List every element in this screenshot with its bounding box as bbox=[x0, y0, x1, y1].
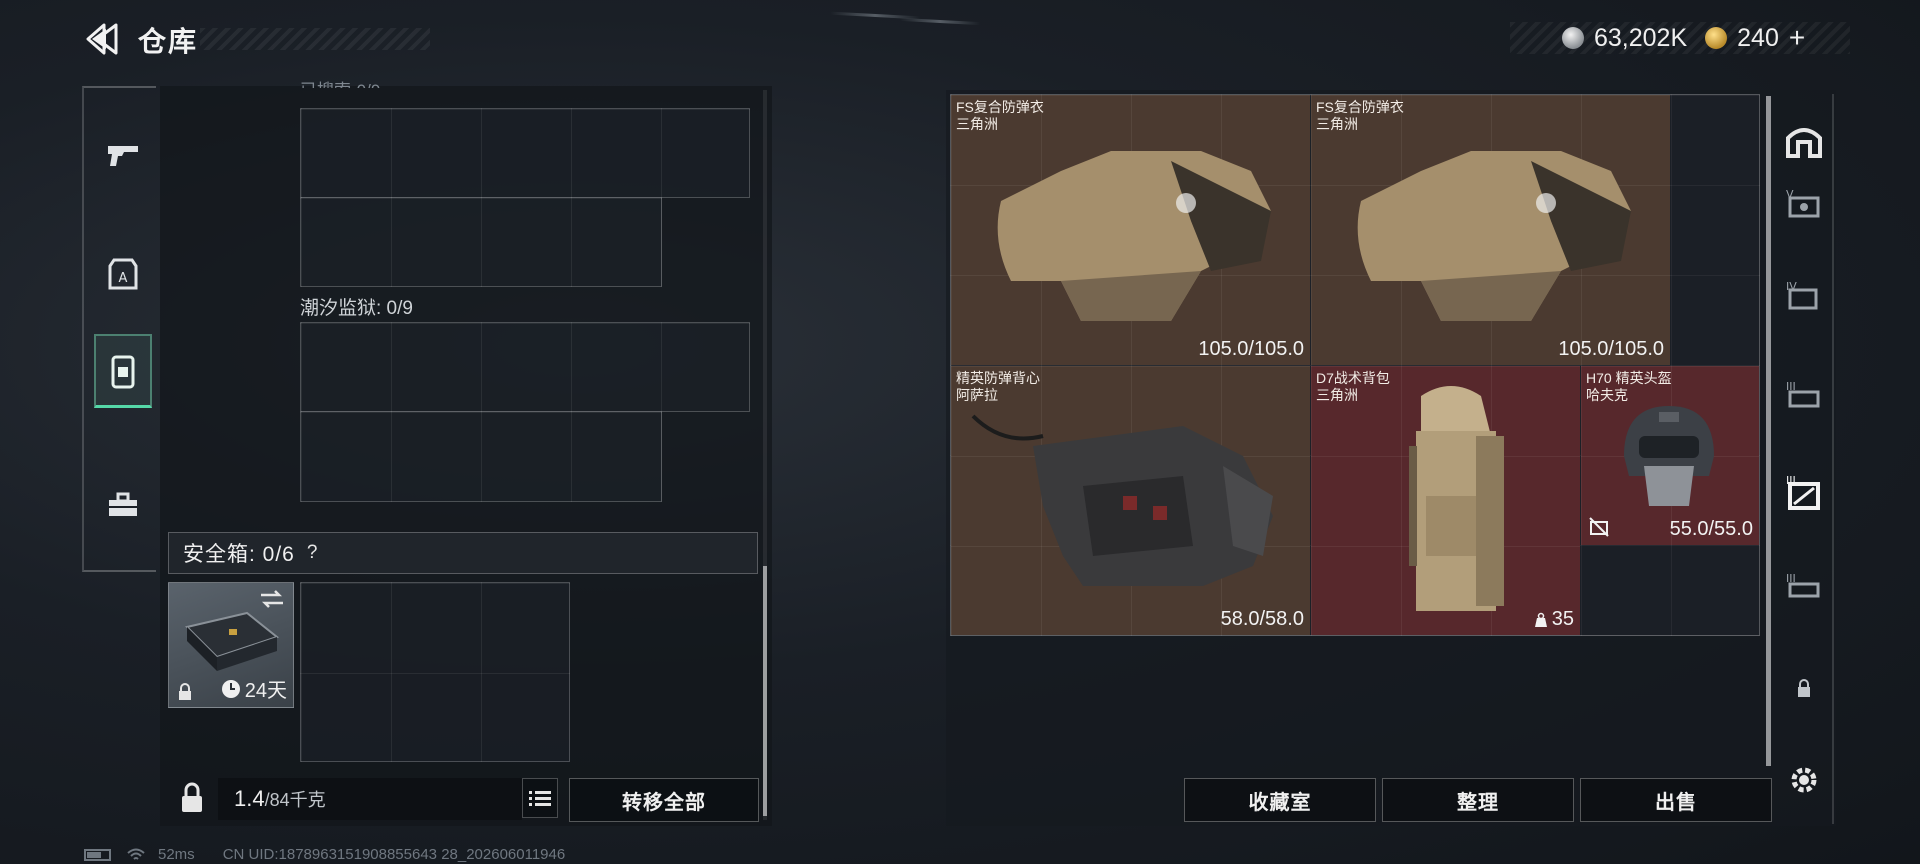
item-durability: 55.0/55.0 bbox=[1669, 518, 1753, 540]
top-bar: 仓库 63,202K 240 + bbox=[0, 0, 1920, 80]
container-2-label: 潮汐监狱: 0/9 bbox=[300, 298, 413, 319]
list-view-button[interactable] bbox=[522, 778, 558, 818]
stash-page-rail: V IV III III III bbox=[1772, 94, 1834, 824]
clock-icon bbox=[221, 679, 240, 698]
lock-icon bbox=[1798, 679, 1810, 697]
safe-box-header: 安全箱: 0/6 ? bbox=[168, 532, 758, 574]
swap-icon[interactable] bbox=[259, 589, 285, 609]
svg-text:A: A bbox=[119, 271, 128, 286]
safe-box-item[interactable]: 24天 bbox=[168, 582, 294, 708]
stash-page-iii-a[interactable]: III bbox=[1784, 376, 1824, 416]
container-1-label: 已搜索·0/9 bbox=[300, 76, 380, 88]
pistol-icon bbox=[108, 146, 138, 166]
toolbox-icon bbox=[109, 492, 137, 516]
safe-box-label: 安全箱: 0/6 bbox=[183, 543, 295, 566]
stash-page-locked[interactable] bbox=[1784, 668, 1824, 708]
silver-coin-icon bbox=[1562, 27, 1584, 49]
item-durability: 58.0/58.0 bbox=[1220, 608, 1304, 630]
settings-button[interactable] bbox=[1784, 760, 1824, 800]
item-capacity: 35 bbox=[1534, 608, 1574, 631]
ping-value: 52ms bbox=[158, 846, 195, 863]
page-iv-icon: IV bbox=[1786, 280, 1818, 310]
lock-icon bbox=[179, 683, 191, 700]
armor-icon: A bbox=[108, 258, 138, 290]
back-arrow-icon bbox=[86, 23, 118, 55]
page-title: 仓库 bbox=[138, 26, 199, 57]
rail-item-backpack[interactable] bbox=[94, 334, 152, 408]
backpack-image bbox=[1409, 386, 1504, 611]
container-2-grid[interactable] bbox=[300, 322, 750, 412]
gold-coin-icon bbox=[1705, 27, 1728, 49]
uid-text: CN UID:1878963151908855643 28_2026060119… bbox=[222, 846, 566, 863]
collection-room-button[interactable]: 收藏室 bbox=[1184, 778, 1376, 822]
weight-icon bbox=[1534, 612, 1547, 627]
body-armor-image bbox=[997, 151, 1271, 321]
safe-box-days: 24天 bbox=[244, 680, 287, 702]
list-icon bbox=[529, 791, 551, 806]
safe-box-grid[interactable] bbox=[300, 582, 570, 762]
item-name-label: FS复合防弹衣 三角洲 bbox=[1316, 99, 1404, 132]
currency-bar: 63,202K 240 + bbox=[1510, 22, 1850, 54]
page-iii-b-icon: III bbox=[1786, 572, 1820, 598]
stash-item-d7-backpack[interactable]: D7战术背包 三角洲 35 bbox=[1311, 366, 1580, 635]
lock-storage-button[interactable] bbox=[172, 778, 212, 818]
page-iii-icon: III bbox=[1786, 380, 1820, 408]
gold-currency-value: 240 bbox=[1737, 23, 1779, 52]
container-2-grid-lower[interactable] bbox=[300, 411, 662, 502]
back-button[interactable] bbox=[84, 22, 120, 56]
sort-button[interactable]: 整理 bbox=[1382, 778, 1574, 822]
help-button[interactable]: ? bbox=[307, 542, 318, 564]
status-bar: 52ms CN UID:1878963151908855643 28_20260… bbox=[84, 846, 565, 863]
stash-item-fs-armor-2[interactable]: FS复合防弹衣 三角洲 105.0/105.0 bbox=[1311, 95, 1670, 365]
rail-item-weapons[interactable] bbox=[94, 118, 152, 192]
transfer-all-button[interactable]: 转移全部 bbox=[569, 778, 759, 822]
body-armor-image bbox=[1357, 151, 1631, 321]
weight-indicator: 1.4 /84千克 bbox=[218, 778, 522, 820]
storage-footer: 1.4 /84千克 转移全部 bbox=[160, 770, 772, 826]
weight-current: 1.4 bbox=[234, 786, 265, 811]
safe-case-icon bbox=[185, 611, 280, 671]
rail-item-toolbox[interactable] bbox=[94, 468, 152, 542]
weight-max: /84千克 bbox=[264, 790, 326, 810]
rail-item-armor[interactable]: A bbox=[94, 238, 152, 312]
stash-item-elite-vest[interactable]: 精英防弹背心 阿萨拉 58.0/58.0 bbox=[951, 366, 1310, 635]
vault-icon bbox=[1786, 128, 1822, 158]
item-durability: 105.0/105.0 bbox=[1558, 338, 1664, 360]
silver-currency-value: 63,202K bbox=[1594, 23, 1688, 52]
container-1-grid[interactable] bbox=[300, 108, 750, 198]
sell-button[interactable]: 出售 bbox=[1580, 778, 1772, 822]
no-repair-icon bbox=[1589, 517, 1609, 537]
wifi-icon bbox=[127, 848, 145, 860]
item-name-label: FS复合防弹衣 三角洲 bbox=[956, 99, 1044, 132]
category-rail: A bbox=[82, 86, 156, 572]
item-durability: 105.0/105.0 bbox=[1198, 338, 1304, 360]
padlock-icon bbox=[182, 782, 202, 812]
add-currency-button[interactable]: + bbox=[1789, 22, 1805, 54]
item-name-label: 精英防弹背心 阿萨拉 bbox=[956, 370, 1040, 403]
container-1-grid-lower[interactable] bbox=[300, 197, 662, 287]
backpack-icon bbox=[111, 355, 135, 388]
stash-item-h70-helmet[interactable]: H70 精英头盔 哈夫克 55.0/55.0 bbox=[1581, 366, 1759, 545]
stash-scrollbar[interactable] bbox=[1766, 96, 1771, 766]
stash-page-all[interactable] bbox=[1784, 120, 1824, 160]
stash-page-v[interactable]: V bbox=[1784, 184, 1824, 224]
page-v-icon: V bbox=[1786, 188, 1820, 218]
stash-page-iv[interactable]: IV bbox=[1784, 276, 1824, 316]
stash-page-iii-active[interactable]: III bbox=[1784, 472, 1824, 512]
gear-icon bbox=[1791, 767, 1817, 793]
title-hatch-decoration bbox=[200, 28, 430, 50]
helmet-image bbox=[1624, 406, 1714, 506]
item-name-label: D7战术背包 三角洲 bbox=[1316, 370, 1390, 403]
battery-icon bbox=[84, 848, 111, 861]
tactical-vest-image bbox=[971, 414, 1273, 586]
safe-box-duration: 24天 bbox=[221, 674, 287, 703]
stash-item-fs-armor-1[interactable]: FS复合防弹衣 三角洲 105.0/105.0 bbox=[951, 95, 1310, 365]
page-iii-active-icon: III bbox=[1786, 474, 1820, 510]
stash-page-iii-b[interactable]: III bbox=[1784, 568, 1824, 608]
